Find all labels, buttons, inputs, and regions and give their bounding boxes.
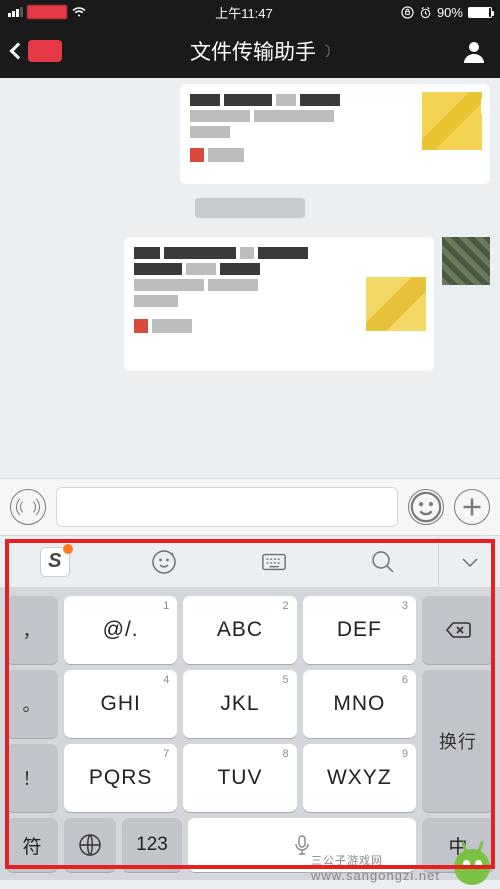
key-1[interactable]: 1 @/. [64, 596, 177, 664]
alarm-icon [419, 6, 432, 19]
emoji-button[interactable] [408, 489, 444, 525]
title-text: 文件传输助手 [190, 36, 316, 66]
key-num: 6 [402, 674, 408, 686]
navigation-bar: 文件传输助手 [0, 24, 500, 78]
add-button[interactable] [454, 489, 490, 525]
chevron-left-icon [10, 43, 27, 60]
contact-button[interactable] [460, 37, 488, 65]
keyboard-body: ， 。 ！ 1 @/. 2 ABC 3 DEF 4 GHI 5 JKL 6 MNO 7 PQRS 8 TUV 9… [0, 588, 500, 818]
key-label: ABC [217, 618, 263, 642]
key-7[interactable]: 7 PQRS [64, 744, 177, 812]
keyboard-toolbar: S [0, 536, 500, 588]
message-thumbnail [366, 277, 426, 331]
key-num: 3 [402, 600, 408, 612]
wifi-icon [71, 6, 87, 18]
back-button[interactable] [12, 40, 62, 62]
key-label: DEF [337, 618, 382, 642]
voice-input-button[interactable] [10, 489, 46, 525]
globe-icon [78, 833, 102, 857]
ime-logo-button[interactable]: S [0, 536, 110, 587]
search-toolbar-button[interactable] [329, 536, 439, 587]
numeric-key[interactable]: 123 [122, 818, 182, 872]
key-label: ！ [23, 765, 42, 791]
key-8[interactable]: 8 TUV [183, 744, 296, 812]
key-num: 7 [163, 748, 169, 760]
key-label: MNO [333, 692, 385, 716]
key-label: GHI [100, 692, 140, 716]
key-label: 。 [23, 691, 42, 717]
message-row [10, 84, 490, 184]
keyboard-function-column: 换行 [422, 596, 494, 812]
keyboard-icon [261, 549, 287, 575]
key-label: WXYZ [327, 766, 392, 790]
input-bar [0, 478, 500, 536]
watermark-logo [444, 845, 496, 889]
smile-icon [409, 490, 443, 524]
chat-area[interactable] [0, 78, 500, 478]
key-label: 符 [22, 832, 41, 859]
key-label: 换行 [439, 728, 477, 754]
key-num: 4 [163, 674, 169, 686]
collapse-keyboard-button[interactable] [438, 536, 500, 587]
key-5[interactable]: 5 JKL [183, 670, 296, 738]
emoji-toolbar-button[interactable] [110, 536, 220, 587]
key-6[interactable]: 6 MNO [303, 670, 416, 738]
key-2[interactable]: 2 ABC [183, 596, 296, 664]
key-label: JKL [220, 692, 259, 716]
key-4[interactable]: 4 GHI [64, 670, 177, 738]
message-bubble[interactable] [124, 237, 434, 371]
status-bar: 上午11:47 90% [0, 0, 500, 24]
sogou-logo-icon: S [40, 547, 70, 577]
message-row [10, 237, 490, 371]
watermark-text: 三公子游戏网 www.sangongzi.net [311, 852, 440, 883]
key-num: 8 [283, 748, 289, 760]
avatar[interactable] [442, 237, 490, 285]
keyboard-layout-button[interactable] [219, 536, 329, 587]
key-num: 9 [402, 748, 408, 760]
key-label: TUV [217, 766, 262, 790]
battery-icon [468, 7, 492, 18]
status-right: 90% [401, 5, 492, 20]
status-left [8, 5, 87, 19]
key-num: 5 [283, 674, 289, 686]
symbol-key[interactable]: 符 [6, 818, 58, 872]
orientation-lock-icon [401, 6, 414, 19]
signal-icon [8, 7, 23, 17]
key-label: @/. [103, 618, 139, 642]
key-label: PQRS [89, 766, 153, 790]
timestamp [10, 198, 490, 223]
backspace-icon [444, 620, 472, 640]
message-thumbnail [422, 92, 482, 150]
keyboard-grid: 1 @/. 2 ABC 3 DEF 4 GHI 5 JKL 6 MNO 7 PQRS 8 TUV 9 WXYZ [64, 596, 416, 812]
smile-icon [151, 549, 177, 575]
plus-icon [455, 490, 489, 524]
key-3[interactable]: 3 DEF [303, 596, 416, 664]
message-bubble[interactable] [180, 84, 490, 184]
unread-badge-redacted [28, 40, 62, 62]
status-time: 上午11:47 [215, 3, 273, 22]
period-key[interactable]: 。 [6, 670, 58, 738]
chevron-down-icon [457, 549, 483, 575]
search-icon [370, 549, 396, 575]
exclaim-key[interactable]: ！ [6, 744, 58, 812]
key-label: 123 [136, 834, 168, 856]
globe-key[interactable] [64, 818, 116, 872]
battery-percent: 90% [437, 5, 463, 20]
keyboard-zone: S ， 。 ！ 1 @/. 2 ABC 3 DEF 4 GHI 5 JKL 6 MNO 7 PQRS 8 TU… [0, 536, 500, 880]
carrier-redacted [27, 5, 67, 19]
keyboard-punctuation-column: ， 。 ！ [6, 596, 58, 812]
key-9[interactable]: 9 WXYZ [303, 744, 416, 812]
enter-key[interactable]: 换行 [422, 670, 494, 812]
message-input[interactable] [56, 487, 398, 527]
key-label: ， [23, 617, 42, 643]
comma-key[interactable]: ， [6, 596, 58, 664]
backspace-key[interactable] [422, 596, 494, 664]
page-title: 文件传输助手 [190, 36, 332, 66]
earpiece-icon [322, 44, 332, 58]
key-num: 2 [283, 600, 289, 612]
key-num: 1 [163, 600, 169, 612]
person-icon [460, 37, 488, 65]
